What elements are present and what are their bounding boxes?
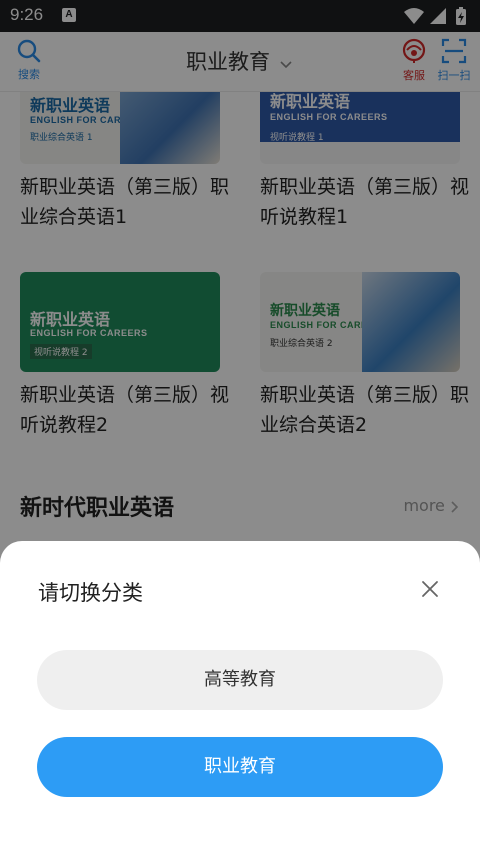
option-vocational-education[interactable]: 职业教育	[37, 737, 443, 797]
category-sheet: 请切换分类 高等教育 职业教育	[0, 541, 480, 853]
sheet-title: 请切换分类	[38, 581, 143, 605]
close-icon[interactable]	[418, 577, 442, 601]
option-higher-education[interactable]: 高等教育	[37, 650, 443, 710]
